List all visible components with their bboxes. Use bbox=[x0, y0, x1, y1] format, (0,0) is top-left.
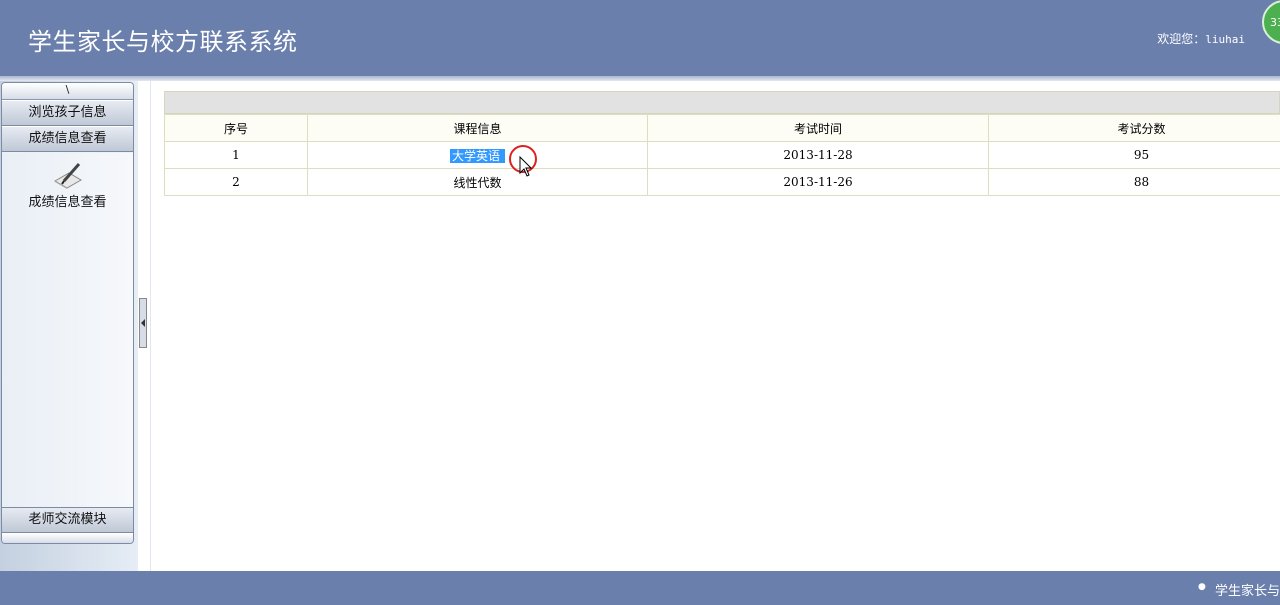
app-title: 学生家长与校方联系系统 bbox=[28, 28, 298, 56]
sidebar-footer bbox=[2, 533, 133, 543]
username: liuhai bbox=[1205, 33, 1245, 46]
cell-index: 2 bbox=[164, 168, 308, 196]
sidebar-submenu-panel: 成绩信息查看 bbox=[2, 153, 133, 507]
col-header-course: 课程信息 bbox=[307, 114, 648, 142]
footer-bar: ● 学生家长与校 bbox=[0, 571, 1280, 605]
header-divider bbox=[0, 76, 1280, 81]
sidebar-item-grades[interactable]: 成绩信息查看 bbox=[2, 126, 133, 152]
selected-text[interactable]: 大学英语 bbox=[449, 148, 505, 163]
table-header-row: 序号 课程信息 考试时间 考试分数 bbox=[164, 114, 1280, 142]
cell-index: 1 bbox=[164, 141, 308, 169]
grades-table: 序号 课程信息 考试时间 考试分数 1 大学英语 2013-11-28 95 2… bbox=[164, 114, 1280, 196]
cell-score: 95 bbox=[988, 141, 1280, 169]
col-header-score: 考试分数 bbox=[988, 114, 1280, 142]
sidebar-collapse-toggle[interactable]: \ bbox=[2, 83, 133, 100]
cell-course[interactable]: 大学英语 bbox=[307, 141, 648, 169]
cell-score: 88 bbox=[988, 168, 1280, 196]
table-row[interactable]: 2 线性代数 2013-11-26 88 bbox=[164, 168, 1280, 196]
header-bar: 学生家长与校方联系系统 欢迎您：liuhai bbox=[0, 0, 1280, 76]
welcome-text: 欢迎您：liuhai bbox=[1157, 30, 1245, 47]
cell-date: 2013-11-28 bbox=[647, 141, 989, 169]
col-header-date: 考试时间 bbox=[647, 114, 989, 142]
sidebar: \ 浏览孩子信息 成绩信息查看 成绩信息查看 老师交流模块 bbox=[1, 82, 134, 544]
mouse-pointer-icon bbox=[519, 156, 533, 177]
pen-paper-icon bbox=[53, 163, 82, 189]
cell-course[interactable]: 线性代数 bbox=[307, 168, 648, 196]
col-header-index: 序号 bbox=[164, 114, 308, 142]
content-divider bbox=[150, 81, 151, 571]
grid-toolbar bbox=[164, 91, 1280, 114]
sidebar-splitter-handle[interactable] bbox=[139, 298, 147, 348]
sidebar-item-teacher-comm[interactable]: 老师交流模块 bbox=[2, 507, 133, 533]
footer-text: 学生家长与校 bbox=[1215, 584, 1280, 599]
submenu-grades-label: 成绩信息查看 bbox=[28, 195, 107, 210]
footer-bullet-icon: ● bbox=[1198, 582, 1206, 592]
cell-date: 2013-11-26 bbox=[647, 168, 989, 196]
table-row[interactable]: 1 大学英语 2013-11-28 95 bbox=[164, 141, 1280, 169]
sidebar-item-browse-child[interactable]: 浏览孩子信息 bbox=[2, 100, 133, 126]
welcome-label: 欢迎您： bbox=[1157, 32, 1206, 46]
submenu-grades-view[interactable]: 成绩信息查看 bbox=[2, 161, 133, 210]
